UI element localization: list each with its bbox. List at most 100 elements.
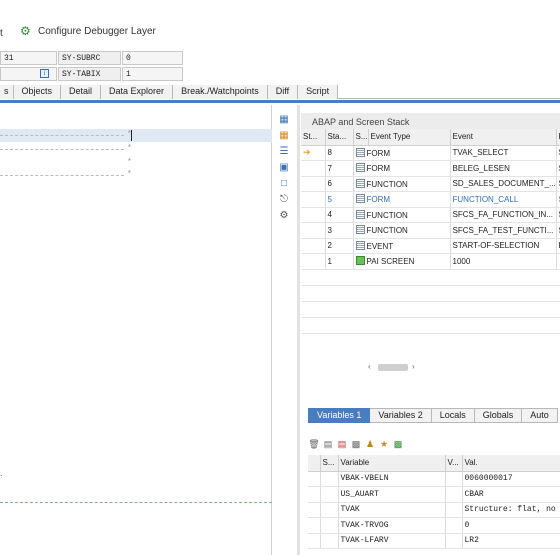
editor-line-current[interactable]: * xyxy=(0,129,272,142)
stack-details-icon[interactable]: ▦ xyxy=(277,113,291,127)
variable-value-cell[interactable]: 0060000017 xyxy=(462,471,560,487)
configure-debugger-layer-button[interactable]: ⚙ Configure Debugger Layer xyxy=(20,24,156,38)
filter-icon[interactable]: ▣ xyxy=(277,161,291,175)
stack-row[interactable]: 5 FORM FUNCTION_CALLS xyxy=(301,191,560,208)
editor-line[interactable]: * xyxy=(0,143,272,156)
stack-row[interactable]: 4 FUNCTION SFCS_FA_FUNCTION_IN...S xyxy=(301,207,560,223)
stack-row[interactable]: 1 PAI SCREEN 1000 xyxy=(301,253,560,270)
stack-row[interactable]: 6 FUNCTION SD_SALES_DOCUMENT_...S xyxy=(301,176,560,192)
stack-hscroll[interactable]: ‹ › xyxy=(364,362,424,373)
panel-divider[interactable] xyxy=(297,105,300,555)
stack-event-type-cell: FORM xyxy=(353,160,451,177)
variables-table: S... Variable V... Val. VBAK-VBELN 006000… xyxy=(308,455,560,549)
variable-name-cell[interactable]: TVAK-TRVOG xyxy=(338,517,446,534)
tab-objects[interactable]: Objects xyxy=(13,85,62,99)
event-type-text: PAI SCREEN xyxy=(366,257,415,267)
variable-status-cell xyxy=(320,533,339,549)
tab-variables-2[interactable]: Variables 2 xyxy=(370,408,432,423)
col-event-type[interactable]: Event Type xyxy=(368,129,451,146)
stack-vertical-toolbar: ▦ ▦ ☰ ▣ □ ⎋ ⚙ xyxy=(275,113,293,225)
info-icon[interactable]: i xyxy=(40,69,49,78)
sy-subrc-value: 0 xyxy=(122,51,183,65)
variable-row[interactable]: VBAK-VBELN 0060000017 xyxy=(308,471,560,487)
stack-row[interactable]: ➔ 8 FORM TVAK_SELECTS xyxy=(301,145,560,161)
tab-detail[interactable]: Detail xyxy=(61,85,102,99)
tree-icon[interactable]: ☰ xyxy=(277,145,291,159)
stack-program-cell xyxy=(556,253,560,270)
col-variable[interactable]: Variable xyxy=(338,455,446,472)
variable-name-cell[interactable]: VBAK-VBELN xyxy=(338,471,446,487)
event-type-text: FORM xyxy=(366,164,391,174)
scroll-right-icon[interactable]: › xyxy=(412,362,415,371)
tab-diff[interactable]: Diff xyxy=(267,85,299,99)
sy-tabix-value: 1 xyxy=(122,67,183,81)
headset-icon[interactable]: ⎋ xyxy=(277,193,291,207)
col-event[interactable]: Event xyxy=(450,129,557,146)
col-value[interactable]: Val. xyxy=(462,455,560,472)
tab-script[interactable]: Script xyxy=(298,85,339,99)
sy-subrc-row: 31 SY-SUBRC 0 xyxy=(0,51,184,65)
variable-value-cell[interactable]: Structure: flat, no xyxy=(462,502,560,518)
goto-source-icon[interactable]: ▦ xyxy=(277,129,291,143)
comment-star: * xyxy=(127,158,132,167)
variable-value-cell[interactable]: LR2 xyxy=(462,533,560,549)
col-v[interactable]: V... xyxy=(445,455,463,472)
variable-blank-cell xyxy=(308,533,321,549)
comment-dash xyxy=(0,135,124,136)
col-program[interactable]: F xyxy=(556,129,560,146)
source-code-panel[interactable]: * * * * . xyxy=(0,105,272,555)
list-icon xyxy=(355,240,365,250)
insert-row-icon[interactable]: ▤ xyxy=(322,438,334,450)
stack-event-cell: SFCS_FA_FUNCTION_IN... xyxy=(450,207,557,223)
debugger-toolbar: t ⚙ Configure Debugger Layer xyxy=(0,20,560,45)
col-status[interactable]: St... xyxy=(301,129,326,146)
col-s[interactable]: S... xyxy=(353,129,369,146)
sort-icon[interactable]: ▩ xyxy=(350,438,362,450)
frame-icon[interactable]: □ xyxy=(277,177,291,191)
variable-row[interactable]: US_AUART CBAR xyxy=(308,486,560,503)
tab-breakpoints[interactable]: Break./Watchpoints xyxy=(173,85,268,99)
stack-level-cell: 8 xyxy=(325,145,354,161)
delete-icon[interactable]: 🗑 xyxy=(308,438,320,450)
tab-data-explorer[interactable]: Data Explorer xyxy=(101,85,174,99)
settings-icon[interactable]: ⚙ xyxy=(277,209,291,223)
variable-v-cell xyxy=(445,471,463,487)
comment-dash xyxy=(0,149,124,150)
stack-row[interactable]: 7 FORM BELEG_LESENS xyxy=(301,160,560,177)
users-icon[interactable]: ♟ xyxy=(364,438,376,450)
tab-locals[interactable]: Locals xyxy=(431,408,475,423)
scroll-thumb[interactable] xyxy=(378,364,408,371)
comment-star: * xyxy=(127,170,132,179)
variable-value-cell[interactable]: CBAR xyxy=(462,486,560,503)
tab-variables-1[interactable]: Variables 1 xyxy=(308,408,371,423)
tab-globals[interactable]: Globals xyxy=(474,408,523,423)
toolbar-fragment[interactable]: t xyxy=(0,28,3,39)
tab-fragment[interactable]: s xyxy=(0,85,14,99)
variable-name-cell[interactable]: TVAK-LFARV xyxy=(338,533,446,549)
scroll-left-icon[interactable]: ‹ xyxy=(368,362,371,371)
person-settings-icon: ⚙ xyxy=(20,24,31,38)
variable-name-cell[interactable]: TVAK xyxy=(338,502,446,518)
variable-row[interactable]: TVAK-LFARV LR2 xyxy=(308,533,560,549)
tab-auto[interactable]: Auto xyxy=(522,408,558,423)
remove-row-icon[interactable]: ▤ xyxy=(336,438,348,450)
stack-level-cell: 2 xyxy=(325,238,354,254)
editor-line[interactable]: * xyxy=(0,169,272,182)
stack-status-cell xyxy=(301,238,326,254)
export-icon[interactable]: ▩ xyxy=(392,438,404,450)
variable-row[interactable]: TVAK Structure: flat, no xyxy=(308,502,560,518)
stack-level-cell: 1 xyxy=(325,253,354,270)
variable-name-cell[interactable]: US_AUART xyxy=(338,486,446,503)
stack-row[interactable]: 3 FUNCTION SFCS_FA_TEST_FUNCTI...S xyxy=(301,222,560,239)
stack-status-cell: ➔ xyxy=(301,145,326,161)
col-level[interactable]: Sta... xyxy=(325,129,354,146)
stack-status-cell xyxy=(301,160,326,177)
list-icon xyxy=(355,178,365,188)
stack-row[interactable]: 2 EVENT START-OF-SELECTIONR xyxy=(301,238,560,254)
star-icon[interactable]: ★ xyxy=(378,438,390,450)
stack-event-type-cell: FUNCTION xyxy=(353,207,451,223)
variable-value-cell[interactable]: 0 xyxy=(462,517,560,534)
variable-row[interactable]: TVAK-TRVOG 0 xyxy=(308,517,560,534)
stack-table: St... Sta... S... Event Type Event F ➔ 8 F… xyxy=(301,129,560,270)
col-var-s[interactable]: S... xyxy=(320,455,339,472)
